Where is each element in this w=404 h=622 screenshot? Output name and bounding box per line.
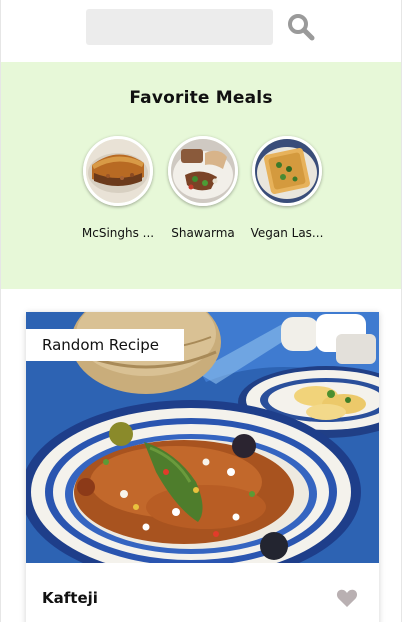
favorite-item-label: Vegan Las... xyxy=(250,226,324,240)
favorite-meal-image xyxy=(83,136,153,206)
favorite-item[interactable]: Vegan Las... xyxy=(242,136,332,240)
meal-name: Kafteji xyxy=(42,589,98,607)
app-frame: Favorite Meals McSinghs ... Shawarma Veg… xyxy=(0,0,402,622)
favorite-button[interactable] xyxy=(335,586,359,610)
random-recipe-tag: Random Recipe xyxy=(26,329,184,361)
favorite-meals-section: Favorite Meals McSinghs ... Shawarma Veg… xyxy=(1,62,401,289)
favorite-item-label: McSinghs ... xyxy=(81,226,155,240)
favorite-item-label: Shawarma xyxy=(171,226,235,240)
favorite-meal-image xyxy=(168,136,238,206)
search-header xyxy=(1,0,401,62)
favorite-meals-title: Favorite Meals xyxy=(129,88,273,108)
favorite-item[interactable]: McSinghs ... xyxy=(73,136,163,240)
favorite-item[interactable]: Shawarma xyxy=(158,136,248,240)
heart-icon xyxy=(335,589,359,613)
random-meal-card[interactable]: Random Recipe Kafteji xyxy=(26,312,379,622)
search-button[interactable] xyxy=(285,11,317,43)
search-icon xyxy=(285,14,317,46)
search-input[interactable] xyxy=(86,9,273,45)
favorite-meal-image xyxy=(252,136,322,206)
